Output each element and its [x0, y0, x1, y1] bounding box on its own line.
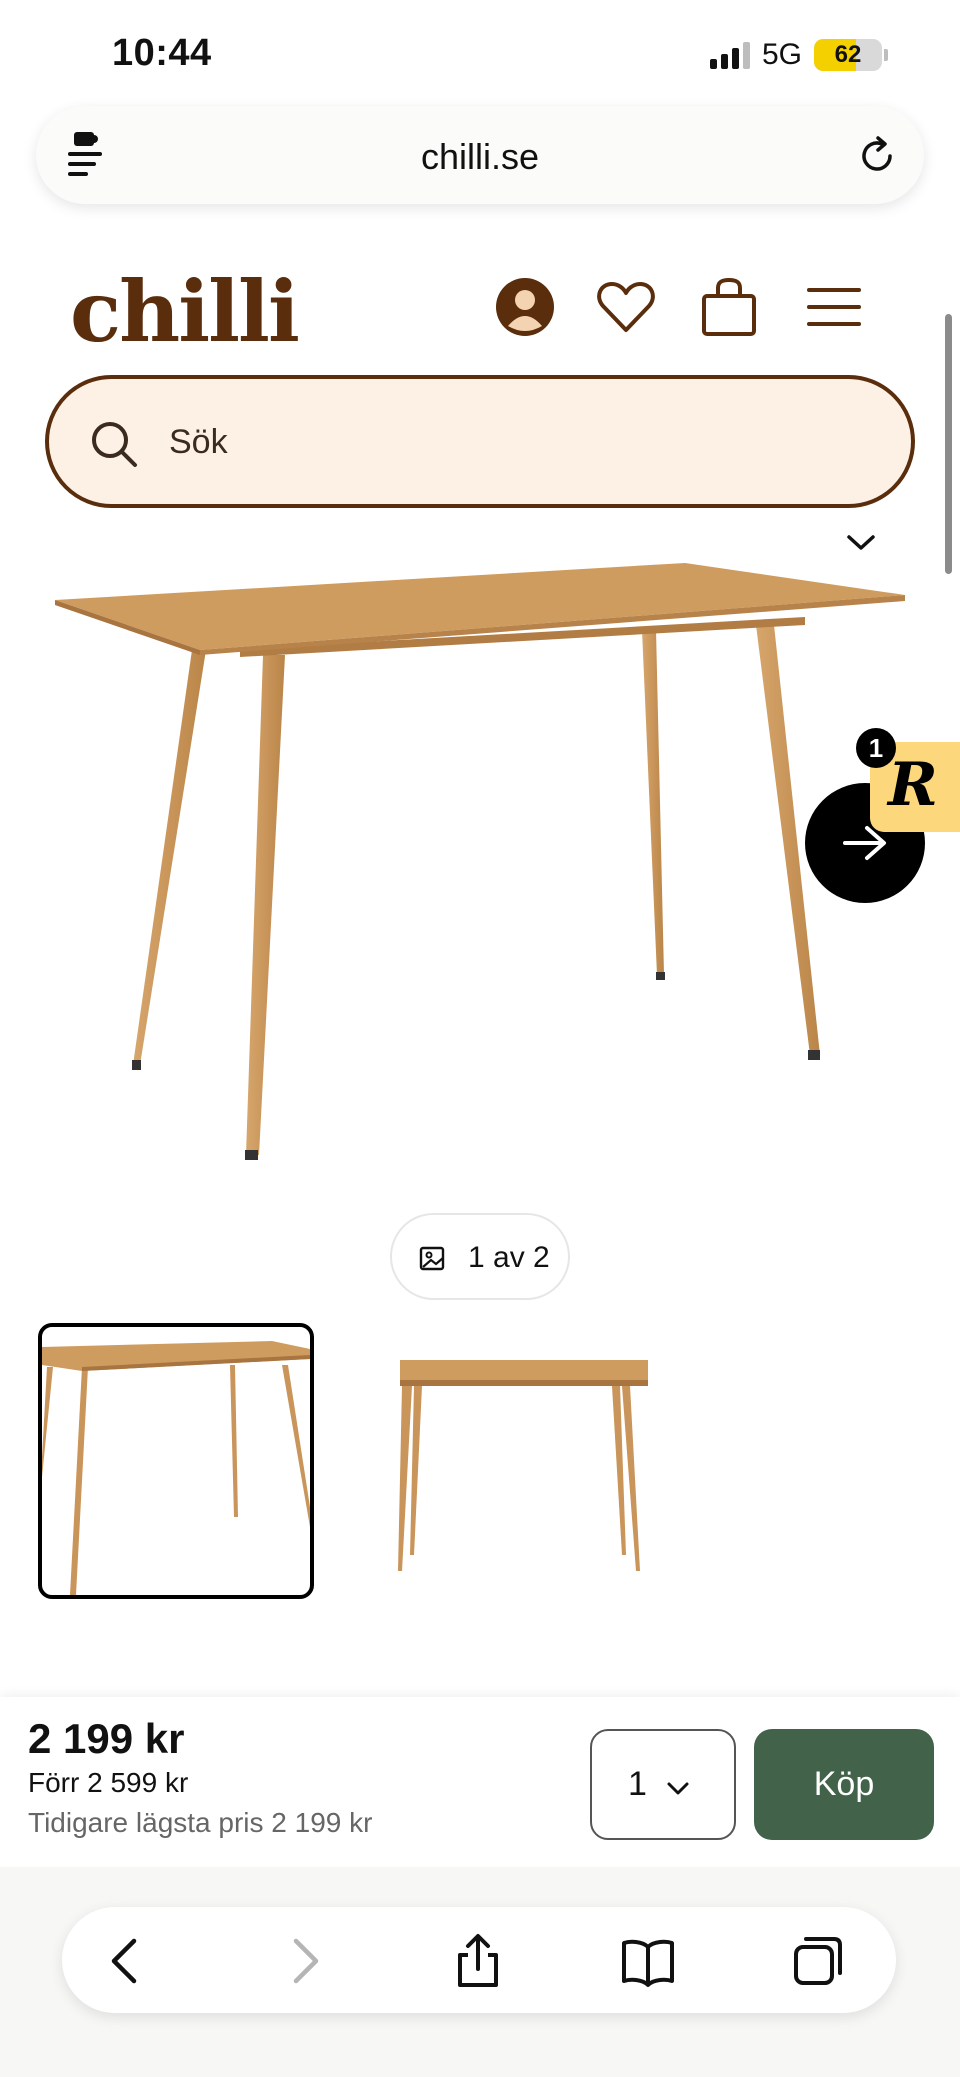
back-icon[interactable] — [98, 1933, 154, 1989]
search-input[interactable]: Sök — [45, 375, 915, 508]
account-icon[interactable] — [494, 276, 556, 338]
tabs-icon[interactable] — [790, 1933, 846, 1989]
quantity-select[interactable]: 1 — [590, 1729, 736, 1840]
scroll-indicator[interactable] — [945, 314, 952, 574]
reviews-badge-letter: R — [888, 750, 938, 820]
thumbnail-1[interactable] — [38, 1323, 314, 1599]
thumbnail-image — [42, 1341, 310, 1595]
chevron-down-icon[interactable] — [846, 533, 876, 553]
thumbnail-2[interactable] — [372, 1323, 648, 1599]
url-text[interactable]: chilli.se — [36, 136, 924, 178]
share-icon[interactable] — [450, 1933, 506, 1989]
signal-icon — [709, 41, 750, 69]
reload-icon[interactable] — [856, 134, 898, 176]
search-placeholder: Sök — [169, 423, 228, 461]
previous-price: Förr 2 599 kr — [28, 1767, 189, 1798]
browser-toolbar — [62, 1907, 896, 2013]
url-bar[interactable]: chilli.se — [36, 106, 924, 204]
image-counter-text: 1 av 2 — [468, 1241, 550, 1274]
battery-icon: 62 — [814, 39, 882, 71]
bag-icon[interactable] — [698, 276, 760, 338]
menu-icon[interactable] — [803, 276, 865, 338]
product-image[interactable] — [40, 555, 910, 1175]
image-counter[interactable]: 1 av 2 — [390, 1213, 570, 1300]
chevron-down-icon — [667, 1782, 689, 1795]
image-icon — [419, 1246, 445, 1271]
quantity-value: 1 — [628, 1765, 647, 1803]
buy-bar: 2 199 kr Förr 2 599 kr Tidigare lägsta p… — [0, 1697, 960, 1867]
network-type: 5G — [761, 38, 802, 71]
bookmarks-icon[interactable] — [620, 1933, 676, 1989]
reviews-badge-count: 1 — [856, 728, 896, 768]
battery-tip — [884, 49, 888, 61]
battery-level: 62 — [834, 41, 862, 68]
buy-button[interactable]: Köp — [754, 1729, 934, 1840]
heart-icon[interactable] — [595, 276, 657, 338]
status-indicators: 5G 62 — [709, 38, 888, 72]
status-time: 10:44 — [112, 32, 212, 74]
price: 2 199 kr — [28, 1715, 185, 1762]
status-bar: 10:44 5G 62 — [0, 0, 960, 100]
forward-icon[interactable] — [276, 1933, 332, 1989]
search-icon — [92, 422, 137, 467]
lowest-price-info: Tidigare lägsta pris 2 199 kr — [28, 1807, 373, 1838]
site-logo[interactable]: chilli — [70, 262, 300, 361]
thumbnail-image — [398, 1360, 648, 1571]
